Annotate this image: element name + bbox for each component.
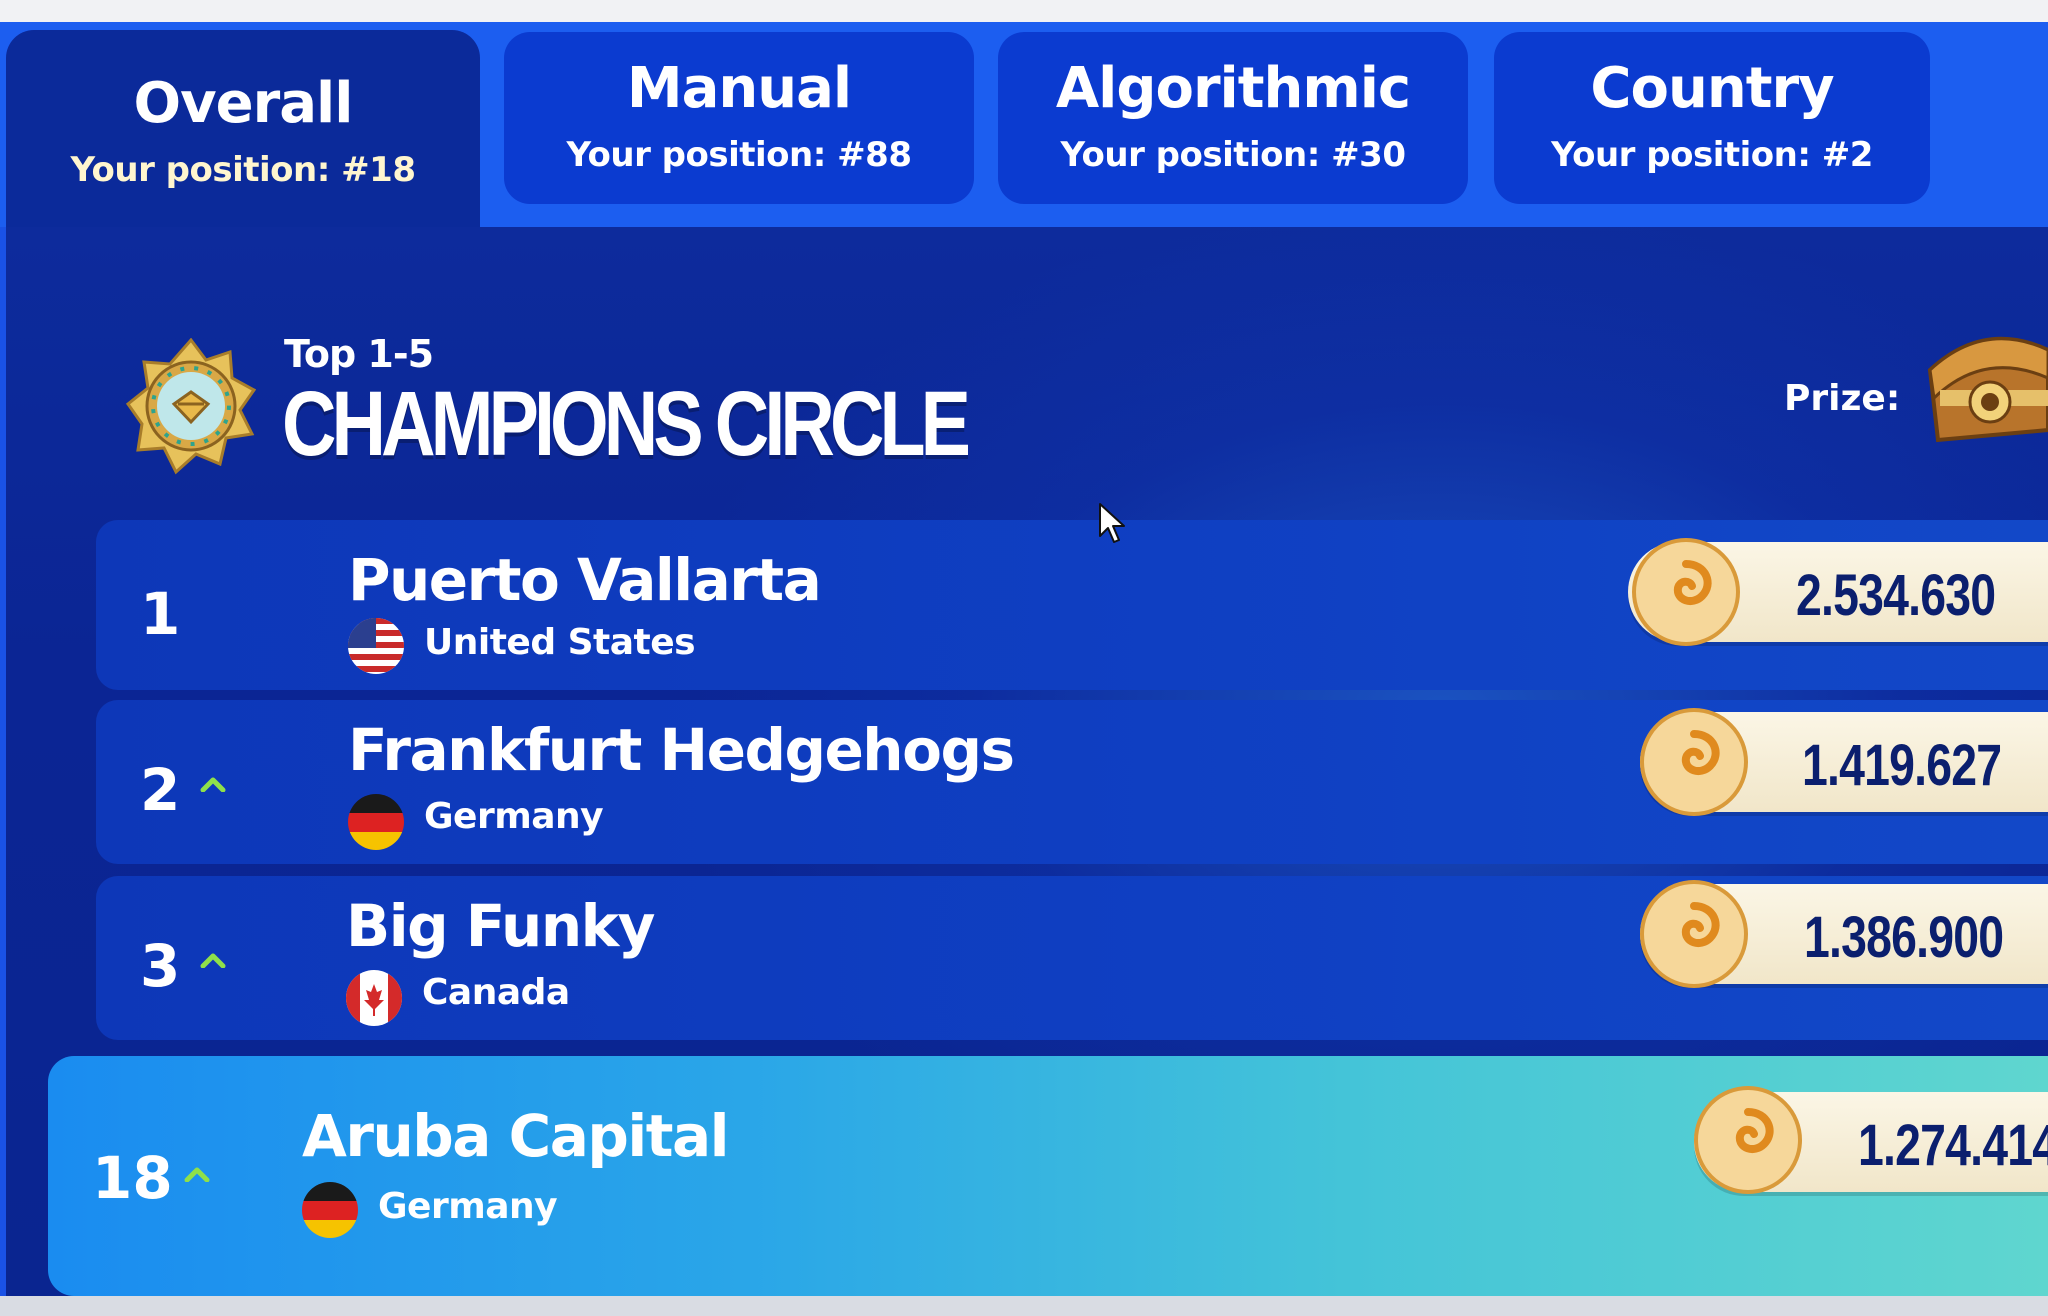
row-team-name[interactable]: Frankfurt Hedgehogs	[348, 716, 1015, 784]
tab-position: Your position: #88	[566, 135, 912, 175]
leaderboard-screen: Overall Your position: #18 Manual Your p…	[0, 0, 2048, 1316]
de-flag-icon	[302, 1182, 358, 1238]
us-flag-icon	[348, 618, 404, 674]
tab-position: Your position: #18	[70, 149, 416, 190]
row-country: Canada	[422, 972, 570, 1013]
ca-flag-icon	[346, 970, 402, 1026]
trend-up-icon	[200, 953, 226, 968]
header-subtitle: Top 1-5	[284, 332, 434, 376]
header-title: CHAMPIONS CIRCLE	[282, 373, 971, 475]
shell-icon	[1632, 538, 1740, 646]
prize-label: Prize:	[1784, 378, 1901, 419]
browser-strip	[0, 0, 2048, 22]
leaderboard-tabs: Overall Your position: #18 Manual Your p…	[0, 22, 2048, 235]
tab-country[interactable]: Country Your position: #2	[1494, 32, 1930, 204]
row-team-name[interactable]: Aruba Capital	[302, 1102, 729, 1170]
row-team-name[interactable]: Big Funky	[346, 892, 656, 960]
row-rank: 18	[92, 1144, 173, 1212]
row-country: Germany	[424, 796, 604, 837]
tab-title: Manual	[626, 56, 852, 121]
taskbar-strip	[0, 1296, 2048, 1316]
row-country: United States	[424, 622, 696, 663]
row-team-name[interactable]: Puerto Vallarta	[348, 546, 822, 614]
treasure-chest-icon	[1927, 336, 2048, 443]
row-country: Germany	[378, 1186, 558, 1227]
medal-icon	[126, 338, 256, 475]
trend-up-icon	[200, 777, 226, 792]
shell-icon	[1694, 1086, 1802, 1194]
row-score: 1.386.900	[1804, 905, 2004, 970]
trend-up-icon	[184, 1167, 210, 1182]
mouse-cursor-icon	[1099, 503, 1125, 543]
row-score: 1.274.414	[1858, 1113, 2048, 1178]
tab-overall[interactable]: Overall Your position: #18	[6, 30, 480, 235]
tab-algorithmic[interactable]: Algorithmic Your position: #30	[998, 32, 1468, 204]
row-rank: 1	[140, 580, 181, 648]
tab-position: Your position: #2	[1551, 135, 1873, 175]
de-flag-icon	[348, 794, 404, 850]
row-score: 2.534.630	[1796, 563, 1996, 628]
row-rank: 3	[140, 932, 181, 1000]
tab-manual[interactable]: Manual Your position: #88	[504, 32, 974, 204]
tab-title: Country	[1590, 56, 1834, 121]
shell-icon	[1640, 708, 1748, 816]
shell-icon	[1640, 880, 1748, 988]
tab-title: Overall	[133, 70, 354, 136]
row-score: 1.419.627	[1802, 733, 2002, 798]
tab-position: Your position: #30	[1060, 135, 1406, 175]
tab-title: Algorithmic	[1055, 56, 1411, 121]
row-rank: 2	[140, 756, 181, 824]
